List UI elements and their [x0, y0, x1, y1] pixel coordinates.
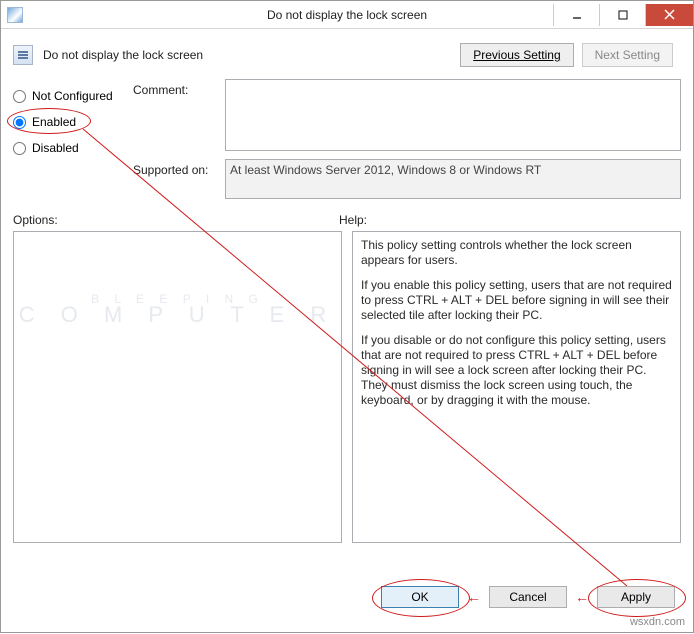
- previous-setting-button[interactable]: Previous Setting: [460, 43, 573, 67]
- window-controls: [553, 4, 693, 26]
- radio-enabled[interactable]: Enabled: [13, 109, 133, 135]
- state-radio-group: Not Configured Enabled Disabled: [13, 79, 133, 199]
- close-button[interactable]: [645, 4, 693, 26]
- comment-label: Comment:: [133, 79, 225, 151]
- options-panel: B L E E P I N G C O M P U T E R: [13, 231, 342, 543]
- help-paragraph-1: This policy setting controls whether the…: [361, 238, 672, 268]
- window-titlebar: Do not display the lock screen: [1, 1, 693, 29]
- minimize-button[interactable]: [553, 4, 599, 26]
- policy-icon: [13, 45, 33, 65]
- panel-labels: Options: Help:: [1, 199, 693, 231]
- radio-disabled[interactable]: Disabled: [13, 135, 133, 161]
- dialog-footer: OK ← Cancel ← Apply: [381, 586, 675, 608]
- maximize-icon: [618, 10, 628, 20]
- help-paragraph-2: If you enable this policy setting, users…: [361, 278, 672, 323]
- minimize-icon: [572, 10, 582, 20]
- help-panel: This policy setting controls whether the…: [352, 231, 681, 543]
- radio-not-configured[interactable]: Not Configured: [13, 83, 133, 109]
- source-watermark: wsxdn.com: [630, 616, 685, 628]
- panels-row: B L E E P I N G C O M P U T E R This pol…: [1, 231, 693, 543]
- policy-header: Do not display the lock screen Previous …: [1, 29, 693, 75]
- radio-not-configured-input[interactable]: [13, 90, 26, 103]
- radio-disabled-label: Disabled: [32, 141, 79, 155]
- maximize-button[interactable]: [599, 4, 645, 26]
- supported-on-label: Supported on:: [133, 159, 225, 199]
- app-icon: [7, 7, 23, 23]
- watermark: B L E E P I N G C O M P U T E R: [14, 292, 341, 322]
- ok-button[interactable]: OK: [381, 586, 459, 608]
- policy-name-label: Do not display the lock screen: [43, 48, 203, 62]
- close-icon: [664, 9, 675, 20]
- radio-not-configured-label: Not Configured: [32, 89, 113, 103]
- annotation-arrow-icon: ←: [467, 589, 481, 605]
- watermark-line-1: B L E E P I N G: [14, 292, 341, 307]
- radio-enabled-input[interactable]: [13, 116, 26, 129]
- radio-enabled-label: Enabled: [32, 115, 76, 129]
- help-label: Help:: [339, 213, 367, 227]
- watermark-line-2: C O M P U T E R: [14, 307, 341, 322]
- apply-button[interactable]: Apply: [597, 586, 675, 608]
- next-setting-button: Next Setting: [582, 43, 673, 67]
- radio-disabled-input[interactable]: [13, 142, 26, 155]
- supported-on-box: [225, 159, 681, 199]
- options-label: Options:: [13, 213, 339, 227]
- comment-textarea[interactable]: [225, 79, 681, 151]
- annotation-arrow-icon: ←: [575, 589, 589, 605]
- cancel-button[interactable]: Cancel: [489, 586, 567, 608]
- help-paragraph-3: If you disable or do not configure this …: [361, 333, 672, 408]
- settings-area: Not Configured Enabled Disabled Comment:…: [1, 75, 693, 199]
